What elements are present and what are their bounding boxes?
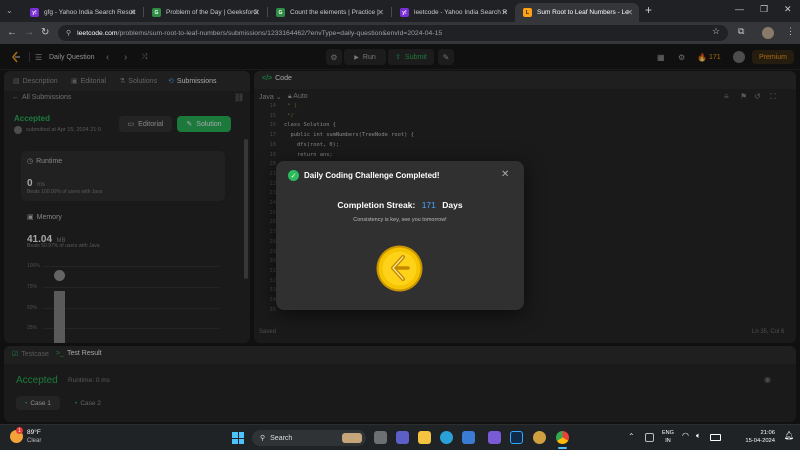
weather-temp: 89°F (27, 429, 41, 436)
url-path: /problems/sum-root-to-leaf-numbers/submi… (117, 29, 443, 37)
gfg-favicon-icon: G (276, 8, 285, 17)
tab-label: gfg - Yahoo India Search Result (44, 9, 136, 16)
browser-address-bar: ← → ↻ ⚲ leetcode.com /problems/sum-root-… (0, 22, 800, 44)
close-tab-icon[interactable]: ✕ (377, 8, 384, 17)
search-highlight-icon (342, 433, 362, 443)
browser-tab-2[interactable]: G Problem of the Day | GeeksforG ✕ (144, 3, 266, 22)
extensions-icon[interactable]: ⧉ (738, 26, 744, 37)
minimize-window-icon[interactable]: — (735, 4, 744, 14)
file-explorer-icon[interactable] (418, 431, 431, 444)
browser-tab-bar: ⌄ y! gfg - Yahoo India Search Result ✕ G… (0, 0, 800, 22)
daily-challenge-modal: ✓ Daily Coding Challenge Completed! ✕ Co… (276, 161, 524, 310)
tab-label: Sum Root to Leaf Numbers - Le (537, 9, 629, 16)
forward-arrow-icon[interactable]: → (24, 27, 34, 38)
browser-tab-5-active[interactable]: L Sum Root to Leaf Numbers - Le ✕ (515, 3, 639, 22)
edge-icon[interactable] (440, 431, 453, 444)
new-tab-button[interactable]: + (645, 3, 652, 17)
site-info-icon[interactable]: ⚲ (66, 29, 71, 37)
wifi-icon[interactable]: ◠ (682, 431, 689, 440)
browser-tab-3[interactable]: G Count the elements | Practice | ✕ (268, 3, 390, 22)
chrome-icon[interactable] (556, 431, 569, 444)
clock-time: 21:06 (760, 430, 775, 436)
streak-value: 171 (421, 200, 436, 210)
browser-tab-4[interactable]: y! leetcode - Yahoo India Search R ✕ (392, 3, 514, 22)
streak-label: Completion Streak: (337, 200, 416, 210)
browser-tab-1[interactable]: y! gfg - Yahoo India Search Result ✕ (22, 3, 142, 22)
modal-message: Consistency is key, see you tomorrow! (353, 217, 447, 223)
windows-tile (238, 438, 244, 444)
close-tab-icon[interactable]: ✕ (501, 8, 508, 17)
visual-studio-code-icon[interactable] (488, 431, 501, 444)
weather-widget[interactable]: 1 89°F Clear (10, 427, 60, 448)
region-code: IN (665, 438, 671, 444)
clock[interactable]: 21:06 15-04-2024 (735, 429, 775, 445)
modal-check-icon: ✓ (288, 170, 299, 181)
task-view-icon[interactable] (374, 431, 387, 444)
search-label: Search (270, 434, 293, 442)
leetcode-favicon-icon: L (523, 8, 532, 17)
windows-tile (238, 432, 244, 438)
profile-avatar[interactable] (762, 27, 774, 39)
browser-menu-icon[interactable]: ⋮ (786, 26, 795, 37)
volume-icon[interactable]: 🔈︎ (696, 431, 701, 441)
photoshop-icon[interactable] (510, 431, 523, 444)
url-input[interactable]: ⚲ leetcode.com /problems/sum-root-to-lea… (58, 25, 728, 41)
close-tab-icon[interactable]: ✕ (129, 8, 136, 17)
yahoo-favicon-icon: y! (30, 8, 39, 17)
windows-taskbar: 1 89°F Clear ⚲ Search ⌃ ENG IN ◠ 🔈︎ 21:0… (0, 424, 800, 450)
close-tab-icon[interactable]: ✕ (253, 8, 260, 17)
yahoo-favicon-icon: y! (400, 8, 409, 17)
gfg-favicon-icon: G (152, 8, 161, 17)
windows-tile (232, 432, 238, 438)
weather-desc: Clear (27, 438, 42, 444)
modal-close-button[interactable]: ✕ (501, 169, 509, 180)
leetcode-coin-icon (376, 245, 423, 292)
battery-icon[interactable] (710, 434, 721, 441)
tab-label: Problem of the Day | GeeksforG (166, 9, 259, 16)
url-host: leetcode.com (77, 29, 118, 37)
start-button-windows-icon[interactable] (232, 432, 244, 444)
back-arrow-icon[interactable]: ← (7, 27, 17, 38)
tab-label: Count the elements | Practice | (290, 9, 379, 16)
language-code: ENG (662, 430, 674, 436)
active-app-indicator (558, 447, 567, 449)
streak-unit: Days (442, 200, 463, 210)
app-badge-icon[interactable] (533, 431, 546, 444)
teams-icon[interactable] (396, 431, 409, 444)
taskbar-search-box[interactable]: ⚲ Search (252, 430, 366, 446)
microsoft-store-icon[interactable] (462, 431, 475, 444)
search-icon: ⚲ (260, 435, 266, 442)
modal-title: Daily Coding Challenge Completed! (304, 171, 440, 180)
weather-alert-badge: 1 (16, 427, 23, 434)
streak-line: Completion Streak: 171 Days (276, 200, 524, 210)
reload-icon[interactable]: ↻ (41, 27, 49, 38)
tab-label: leetcode - Yahoo India Search R (414, 9, 508, 16)
close-tab-icon[interactable]: ✕ (626, 8, 633, 17)
bookmark-star-icon[interactable]: ☆ (712, 26, 720, 37)
clock-date: 15-04-2024 (745, 438, 775, 444)
notification-bell-icon[interactable]: 🔔︎ (784, 431, 794, 440)
close-window-icon[interactable]: ✕ (784, 4, 792, 15)
windows-tile (232, 438, 238, 444)
restore-window-icon[interactable]: ❐ (760, 4, 768, 15)
tray-chevron-up-icon[interactable]: ⌃ (628, 432, 635, 441)
tray-app-icon[interactable] (645, 433, 654, 442)
tab-search-icon[interactable]: ⌄ (6, 6, 13, 15)
input-language[interactable]: ENG IN (662, 429, 674, 445)
